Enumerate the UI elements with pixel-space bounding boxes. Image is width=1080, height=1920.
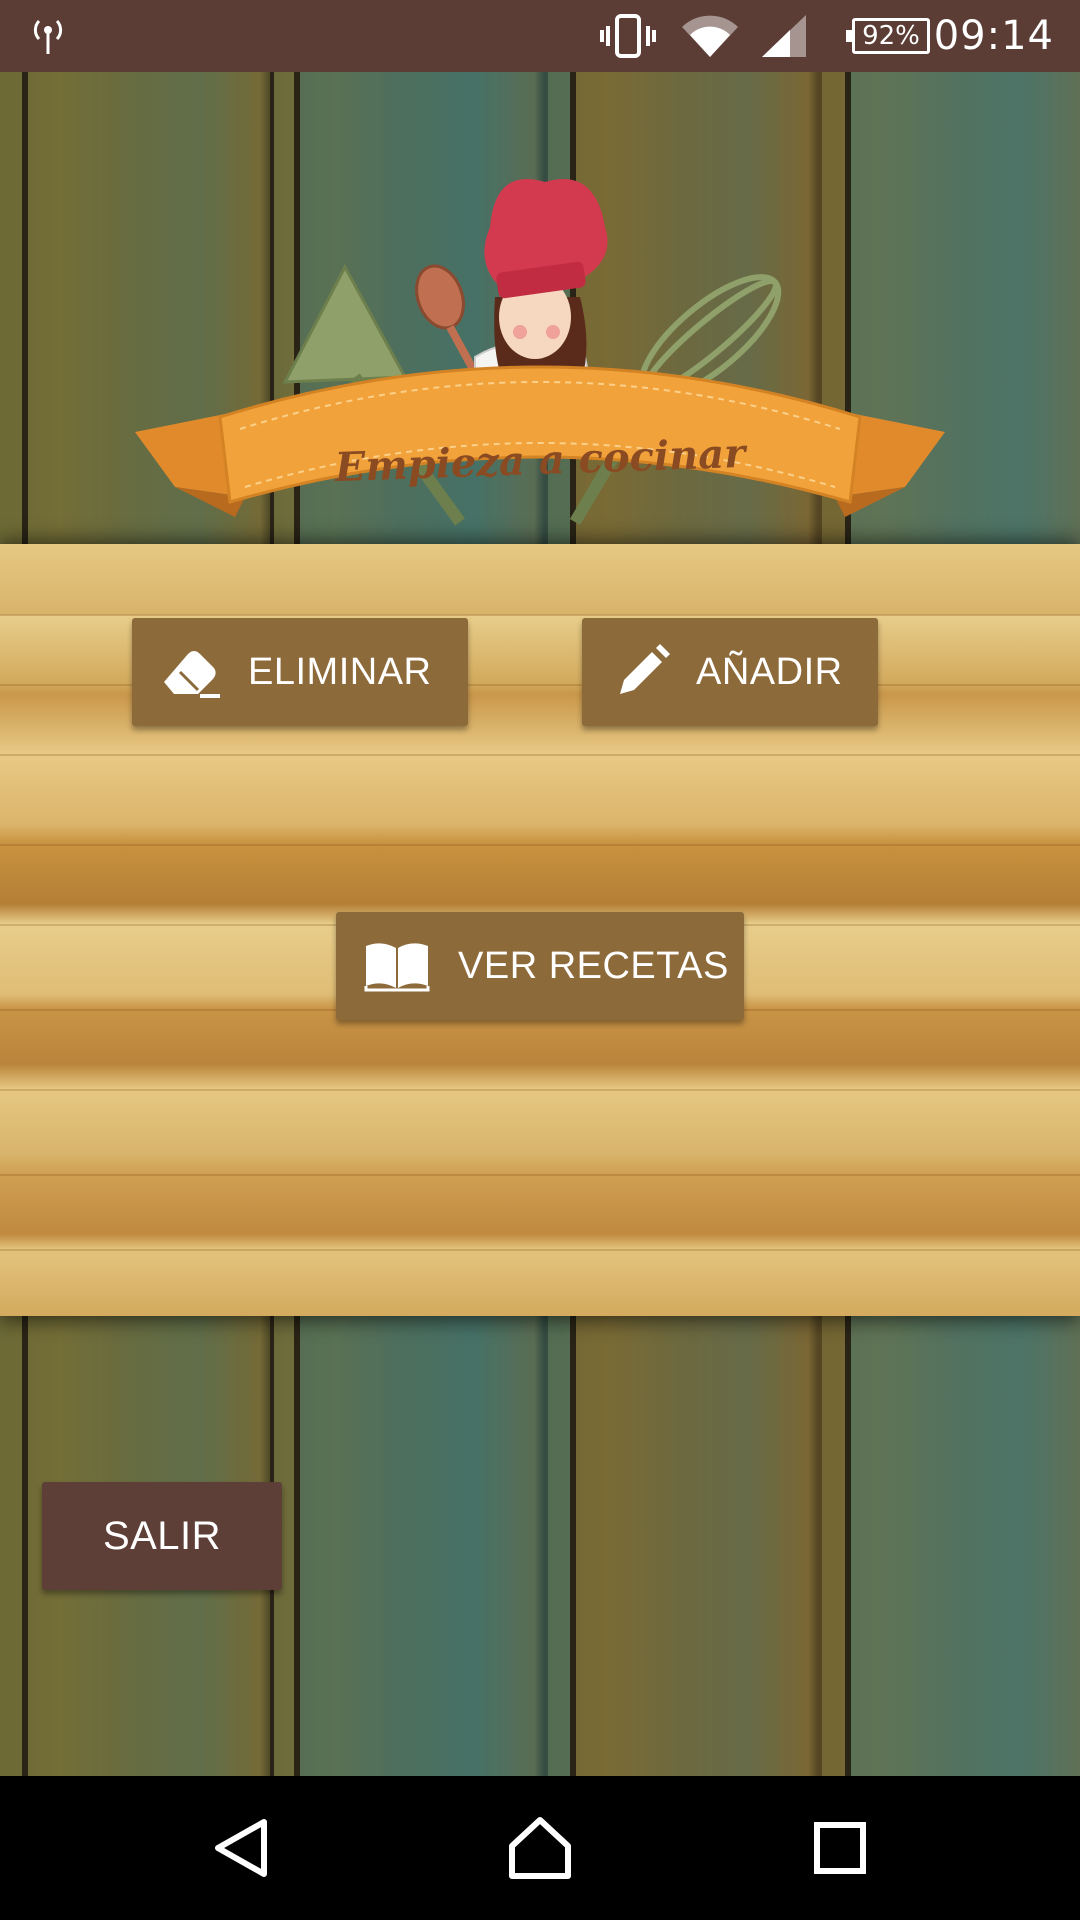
status-clock: 09:14 — [933, 13, 1054, 59]
battery-icon: 92% — [846, 0, 930, 72]
wifi-icon — [680, 0, 740, 72]
home-button[interactable] — [460, 1776, 620, 1920]
vibrate-icon — [600, 0, 656, 72]
ver-recetas-label: VER RECETAS — [458, 944, 729, 987]
home-icon — [509, 1817, 571, 1879]
eliminar-button[interactable]: ELIMINAR — [132, 618, 468, 726]
recents-icon — [814, 1822, 866, 1874]
anadir-button[interactable]: AÑADIR — [582, 618, 878, 726]
chef-logo: Empieza a cocinar — [135, 167, 945, 547]
cell-signal-icon — [760, 0, 808, 72]
battery-level: 92% — [862, 21, 920, 51]
eraser-icon — [158, 644, 222, 700]
antenna-icon — [30, 0, 66, 72]
back-button[interactable] — [162, 1776, 322, 1920]
status-bar: 92% 09:14 — [0, 0, 1080, 72]
ver-recetas-button[interactable]: VER RECETAS — [336, 912, 744, 1020]
book-icon — [362, 940, 432, 992]
recents-button[interactable] — [760, 1776, 920, 1920]
back-icon — [215, 1819, 267, 1877]
pencil-icon — [614, 644, 670, 700]
eliminar-label: ELIMINAR — [248, 650, 432, 693]
salir-label: SALIR — [102, 1513, 222, 1558]
salir-button[interactable]: SALIR — [42, 1482, 282, 1590]
anadir-label: AÑADIR — [696, 650, 843, 693]
navigation-bar — [0, 1776, 1080, 1920]
